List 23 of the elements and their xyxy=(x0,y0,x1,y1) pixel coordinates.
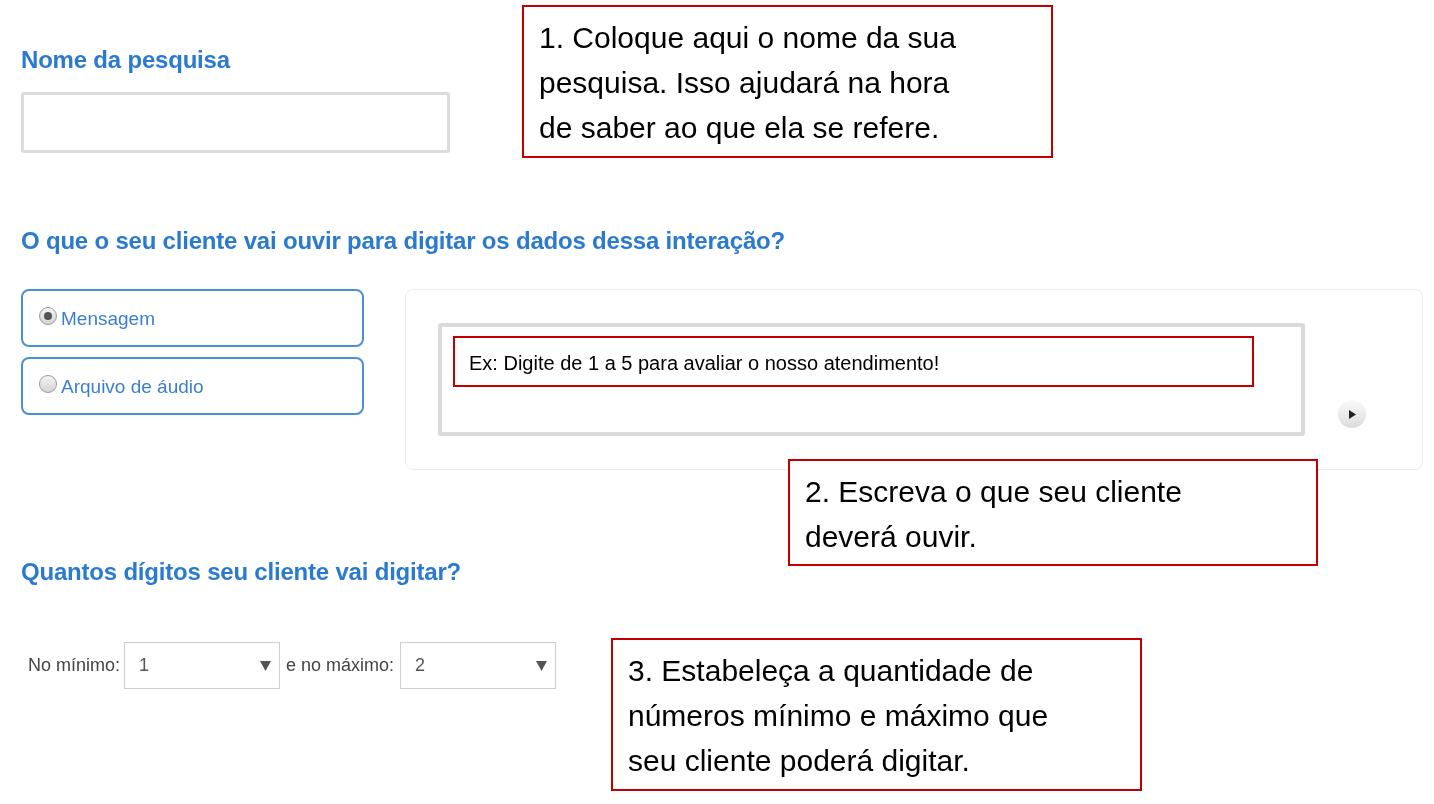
radio-button[interactable] xyxy=(39,375,57,393)
caret-icon xyxy=(536,660,548,671)
dropdown-value: 2 xyxy=(415,654,426,677)
name-input-field[interactable] xyxy=(21,92,450,153)
example-text: Ex: Digite de 1 a 5 para avaliar o nosso atendimento! xyxy=(453,336,1254,387)
section-heading: O que o seu cliente vai ouvir para digitar os dados dessa interação? xyxy=(21,226,786,256)
radio-button[interactable] xyxy=(39,307,57,325)
dropdown[interactable]: 1 xyxy=(124,642,281,689)
radio-option[interactable]: Mensagem xyxy=(21,289,364,347)
section-heading: Nome da pesquisa xyxy=(21,45,232,75)
callout-note: 1. Coloque aqui o nome da sua pesquisa. Isso ajudará na hora de saber ao que ela se refere. xyxy=(522,5,1053,158)
max-label: e no máximo: xyxy=(286,654,395,677)
section-heading: Quantos dígitos seu cliente vai digitar? xyxy=(21,557,463,587)
min-label: No mínimo: xyxy=(28,654,121,677)
callout-note: 3. Estabeleça a quantidade de números mínimo e máximo que seu cliente poderá digitar. xyxy=(611,638,1142,791)
radio-option[interactable]: Arquivo de áudio xyxy=(21,357,364,415)
play-button[interactable] xyxy=(1338,400,1366,428)
dropdown-value: 1 xyxy=(139,654,150,677)
caret-icon xyxy=(260,660,272,671)
callout-note: 2. Escreva o que seu cliente deverá ouvir. xyxy=(788,459,1318,566)
message-field[interactable]: Ex: Digite de 1 a 5 para avaliar o nosso atendimento! xyxy=(438,323,1305,436)
play-icon xyxy=(1347,409,1357,419)
dropdown[interactable]: 2 xyxy=(400,642,557,689)
